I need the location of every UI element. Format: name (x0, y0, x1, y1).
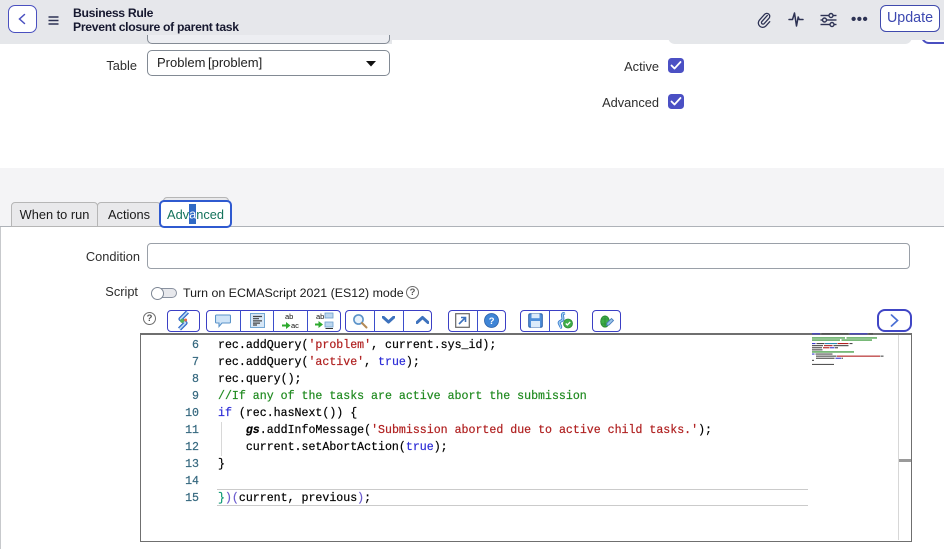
svg-text:ac: ac (291, 321, 299, 330)
svg-text:ab: ab (316, 312, 324, 321)
svg-text:?: ? (489, 316, 495, 327)
svg-text:ab: ab (285, 312, 293, 321)
